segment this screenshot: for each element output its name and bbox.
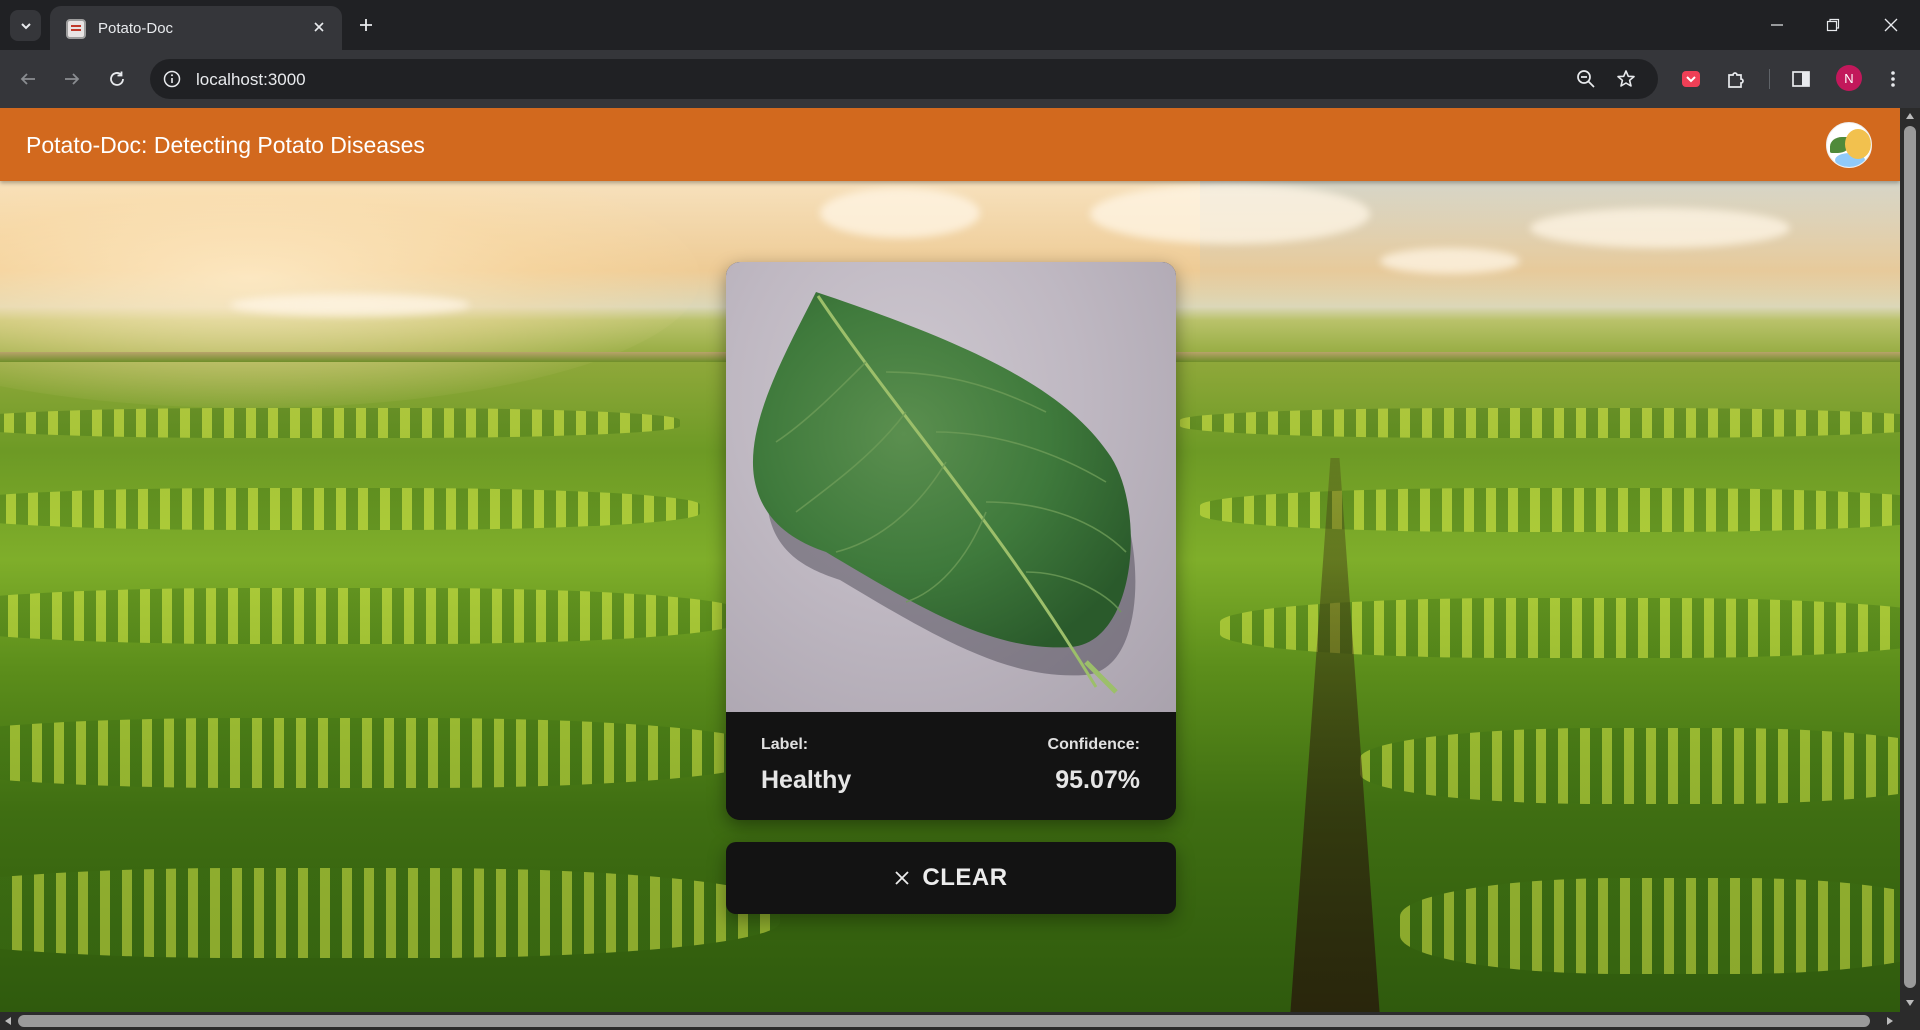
- new-tab-button[interactable]: [352, 11, 380, 39]
- zoom-button[interactable]: [1574, 67, 1598, 91]
- label-caption: Label:: [761, 736, 809, 753]
- cloud: [820, 188, 980, 238]
- tab-close-button[interactable]: [308, 16, 330, 38]
- cloud: [1090, 184, 1370, 244]
- confidence-caption: Confidence:: [1047, 736, 1140, 753]
- profile-avatar[interactable]: N: [1836, 65, 1862, 91]
- puzzle-icon: [1728, 72, 1744, 88]
- app-avatar[interactable]: [1826, 122, 1872, 168]
- crop-row: [0, 408, 680, 438]
- cloud: [230, 294, 470, 316]
- close-icon: [314, 22, 324, 32]
- minimize-button[interactable]: [1754, 8, 1800, 42]
- extensions-button[interactable]: [1723, 66, 1749, 92]
- address-bar[interactable]: localhost:3000: [150, 59, 1658, 99]
- zoom-out-icon: [1577, 70, 1595, 88]
- chevron-down-icon: [20, 22, 31, 29]
- close-icon: [895, 871, 910, 885]
- reload-icon: [110, 71, 124, 86]
- more-vert-icon: [1891, 71, 1895, 87]
- clear-button[interactable]: CLEAR: [726, 842, 1176, 914]
- crop-row: [0, 718, 760, 788]
- restore-button[interactable]: [1810, 8, 1856, 42]
- sun-glow: [0, 148, 700, 408]
- side-panel-button[interactable]: [1788, 66, 1814, 92]
- page-viewport: Potato-Doc: Detecting Potato Diseases La…: [0, 108, 1900, 1012]
- tab-search-button[interactable]: [10, 10, 41, 41]
- uploaded-leaf-image: [726, 262, 1176, 712]
- scroll-down-icon[interactable]: [1906, 1000, 1914, 1006]
- toolbar-divider: [1769, 69, 1770, 89]
- arrow-right-icon: [65, 73, 80, 85]
- crop-row: [1400, 878, 1900, 974]
- forward-button[interactable]: [57, 64, 87, 94]
- crop-row: [0, 868, 780, 958]
- crop-row: [1180, 408, 1900, 438]
- scroll-left-icon[interactable]: [5, 1017, 11, 1025]
- potato-leaf-image: [752, 292, 1136, 694]
- cloud: [1530, 208, 1790, 248]
- prediction-card: Label: Healthy Confidence: 95.07%: [726, 262, 1176, 820]
- app-header: Potato-Doc: Detecting Potato Diseases: [0, 108, 1900, 181]
- potato-doctor-icon: [1845, 129, 1871, 159]
- restore-icon: [1826, 18, 1840, 32]
- bookmark-button[interactable]: [1614, 67, 1638, 91]
- window-close-button[interactable]: [1868, 8, 1914, 42]
- prediction-result: Label: Healthy Confidence: 95.07%: [726, 712, 1176, 820]
- horizontal-scroll-thumb[interactable]: [18, 1015, 1870, 1027]
- favicon-icon: [66, 19, 86, 39]
- horizontal-scrollbar[interactable]: [0, 1012, 1900, 1030]
- crop-row: [0, 588, 740, 644]
- side-panel-icon: [1792, 71, 1810, 87]
- star-icon: [1617, 70, 1635, 87]
- crop-row: [0, 488, 700, 530]
- browser-tab-strip: Potato-Doc: [0, 0, 1920, 50]
- scroll-up-icon[interactable]: [1906, 113, 1914, 119]
- minimize-icon: [1771, 24, 1783, 26]
- info-icon: [163, 70, 181, 88]
- url-text: localhost:3000: [196, 70, 306, 89]
- pocket-icon: [1682, 71, 1700, 87]
- browser-menu-button[interactable]: [1880, 66, 1906, 92]
- pocket-extension-button[interactable]: [1678, 66, 1704, 92]
- arrow-left-icon: [20, 73, 35, 85]
- label-value: Healthy: [761, 766, 852, 794]
- clear-label: CLEAR: [922, 864, 1008, 891]
- tab-title: Potato-Doc: [98, 20, 174, 37]
- crop-row: [1200, 488, 1900, 532]
- reload-button[interactable]: [102, 64, 132, 94]
- browser-toolbar: localhost:3000 N: [0, 50, 1920, 108]
- plus-icon: [360, 19, 372, 31]
- back-button[interactable]: [13, 64, 43, 94]
- browser-tab[interactable]: Potato-Doc: [50, 6, 342, 50]
- vertical-scrollbar[interactable]: [1900, 108, 1920, 1012]
- scrollbar-corner: [1900, 1012, 1920, 1030]
- app-title: Potato-Doc: Detecting Potato Diseases: [26, 132, 425, 158]
- soil-furrow: [1290, 458, 1380, 1012]
- vertical-scroll-thumb[interactable]: [1904, 126, 1916, 988]
- confidence-value: 95.07%: [1055, 766, 1140, 794]
- crop-row: [1360, 728, 1900, 804]
- close-icon: [1884, 18, 1898, 32]
- cloud: [1380, 248, 1520, 274]
- site-info-button[interactable]: [160, 67, 184, 91]
- scroll-right-icon[interactable]: [1887, 1017, 1893, 1025]
